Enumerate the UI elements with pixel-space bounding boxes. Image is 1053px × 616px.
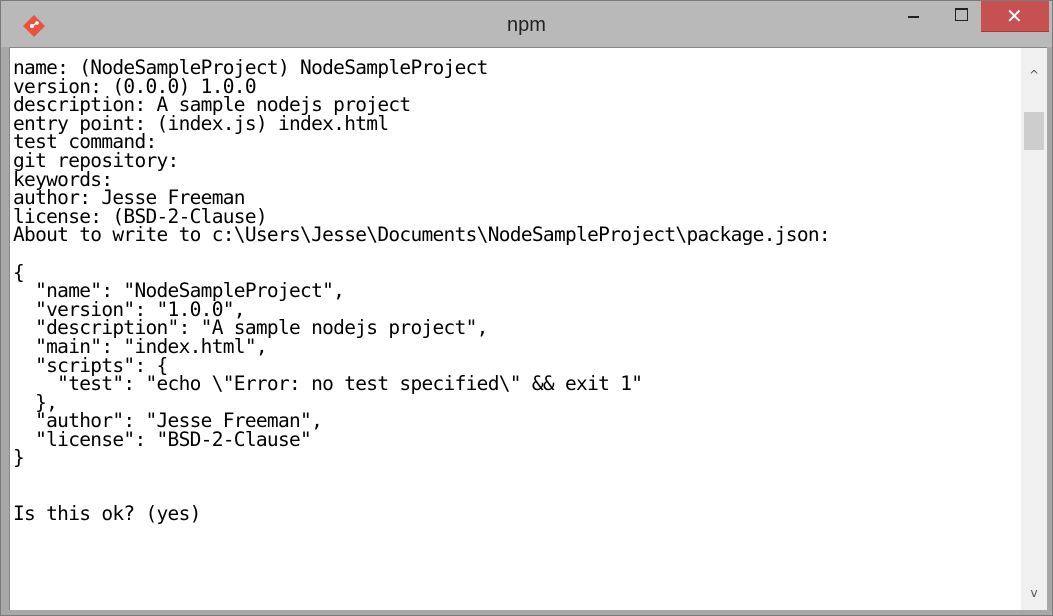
console-output[interactable]: name: (NodeSampleProject) NodeSampleProj… bbox=[9, 47, 1021, 610]
maximize-icon bbox=[955, 8, 968, 21]
close-icon: ✕ bbox=[1006, 4, 1023, 28]
console-text: name: (NodeSampleProject) NodeSampleProj… bbox=[13, 58, 831, 526]
scroll-up-icon[interactable]: ^ bbox=[1021, 62, 1047, 88]
close-button[interactable]: ✕ bbox=[981, 1, 1049, 32]
minimize-button[interactable] bbox=[891, 1, 937, 31]
npm-console-window: npm ✕ name: (NodeSampleProject) NodeSamp… bbox=[0, 0, 1053, 616]
console-line: "test": "echo \"Error: no test specified… bbox=[13, 372, 643, 396]
title-bar[interactable]: npm ✕ bbox=[1, 1, 1052, 47]
scroll-down-icon[interactable]: v bbox=[1021, 580, 1047, 606]
console-line: "license": "BSD-2-Clause" bbox=[13, 427, 312, 451]
maximize-button[interactable] bbox=[939, 1, 985, 31]
minimize-icon bbox=[908, 16, 919, 18]
console-line: Is this ok? (yes) bbox=[13, 502, 201, 526]
console-line: } bbox=[13, 446, 25, 470]
console-line: About to write to c:\Users\Jesse\Documen… bbox=[13, 223, 831, 247]
scroll-thumb[interactable] bbox=[1024, 112, 1044, 150]
vertical-scrollbar[interactable]: ^ v bbox=[1021, 47, 1047, 610]
